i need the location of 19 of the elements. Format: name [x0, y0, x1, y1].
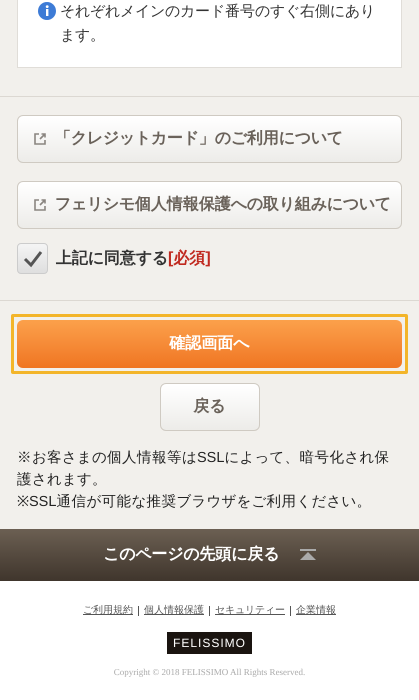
- agree-label: 上記に同意する[必須]: [56, 248, 211, 268]
- footer-link[interactable]: セキュリティー: [215, 603, 285, 618]
- link-button[interactable]: フェリシモ個人情報保護への取り組みについて: [17, 181, 402, 229]
- back-button[interactable]: 戻る: [160, 383, 260, 431]
- brand-logo[interactable]: FELISSIMO: [166, 632, 252, 654]
- agree-checkbox[interactable]: [17, 243, 48, 274]
- footer-link[interactable]: ご利用規約: [83, 603, 133, 618]
- note-text: ※SSL通信が可能な推奨ブラウザをご利用ください。: [17, 493, 372, 512]
- footer-link[interactable]: 企業情報: [296, 603, 336, 618]
- to-top-icon: [300, 549, 316, 561]
- info-text: それぞれメインのカード番号のすぐ右側にあります。: [60, 2, 376, 46]
- page-top-bar[interactable]: このページの先頭に戻る: [0, 529, 419, 581]
- link-button[interactable]: 「クレジットカード」のご利用について: [17, 115, 402, 163]
- external-link-icon: [33, 132, 47, 146]
- footer-link[interactable]: 個人情報保護: [144, 603, 204, 618]
- note-text: ※お客さまの個人情報等はSSLによって、暗号化され保護されます。: [17, 448, 390, 490]
- external-link-icon: [33, 198, 47, 212]
- copyright-text: Copyright © 2018 FELISSIMO All Rights Reserved.: [114, 666, 306, 679]
- check-icon: [22, 250, 42, 268]
